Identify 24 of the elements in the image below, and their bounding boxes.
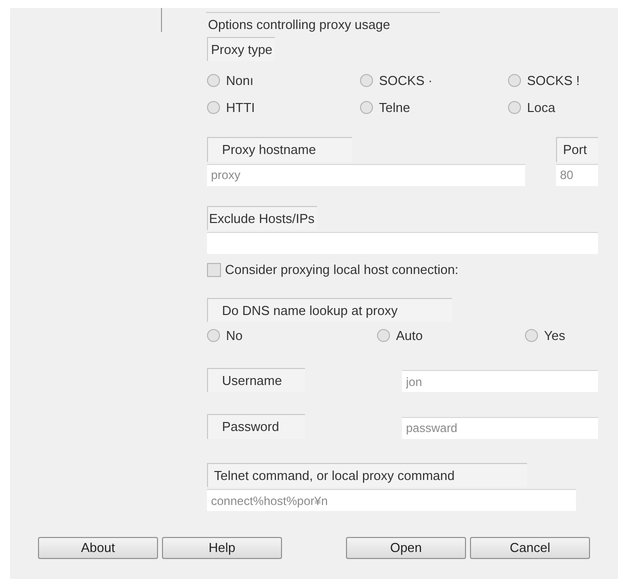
dialog-button[interactable]: About [38,537,158,559]
field-label: Port [556,137,598,162]
radio-option[interactable]: Telne [360,98,508,117]
radio-option[interactable]: No [207,326,377,346]
field-label: Telnet command, or local proxy command [207,462,527,487]
radio-option[interactable]: Loca [508,98,598,117]
field-label: Username [207,368,305,392]
field-label: Proxy type [207,36,276,61]
checkbox-option[interactable]: Consider proxying local host connection: [207,260,598,280]
radio-option[interactable]: Yes [525,326,605,346]
field-label: Do DNS name lookup at proxy [207,298,452,322]
dialog-button[interactable]: Open [346,537,466,559]
radio-option[interactable]: HTTI [207,98,360,117]
radio-option[interactable]: Nonı [207,71,360,90]
field-label: Exclude Hosts/IPs [207,206,316,230]
radio-option[interactable]: SOCKS · [360,71,508,90]
radio-option[interactable]: SOCKS ! [508,71,598,90]
field-label: Password [207,414,305,438]
group-title: Options controlling proxy usage [206,12,440,34]
radio-option[interactable]: Auto [377,326,525,346]
field-label: Proxy hostname [207,137,352,162]
input-field[interactable] [207,232,598,254]
dialog-button[interactable]: Help [162,537,282,559]
dialog-button[interactable]: Cancel [470,537,590,559]
